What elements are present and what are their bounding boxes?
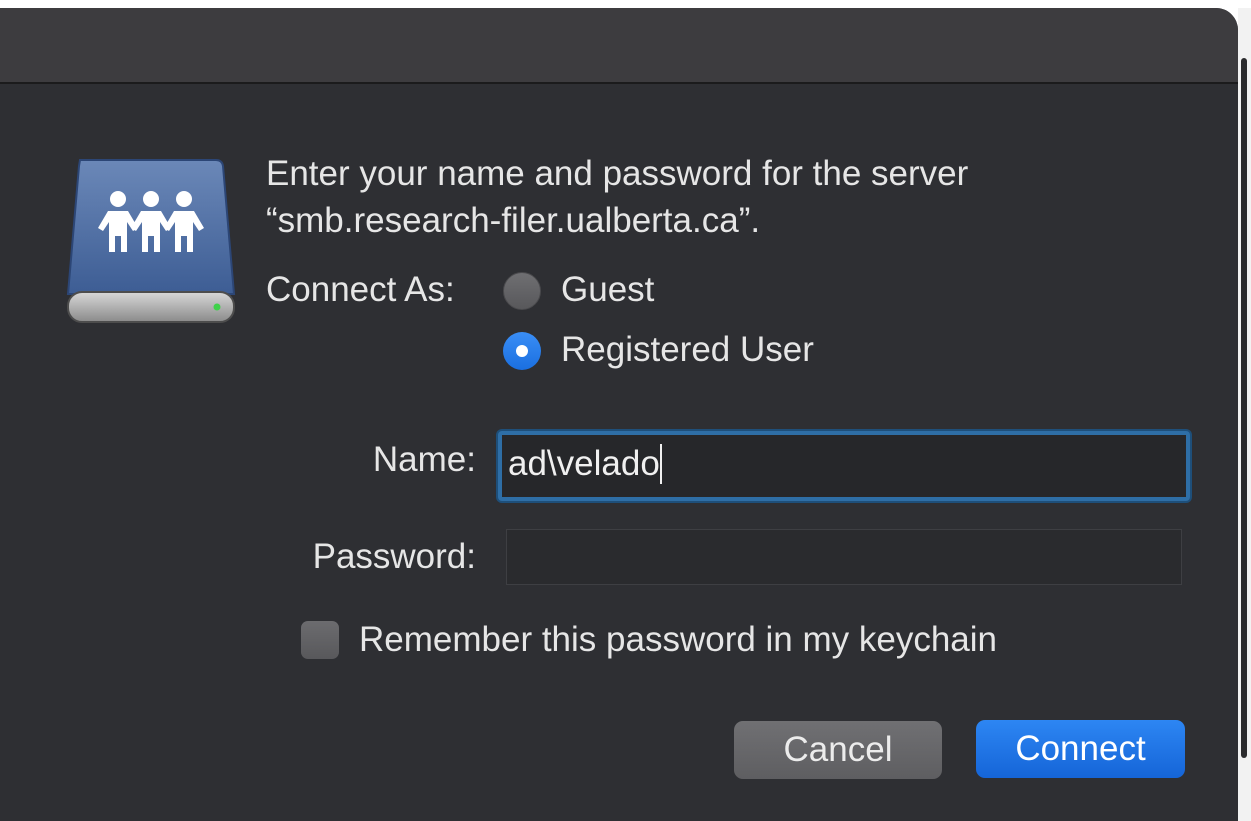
name-field-value: ad\velado <box>508 444 660 483</box>
name-field[interactable]: ad\velado <box>498 431 1190 501</box>
text-caret <box>659 444 662 484</box>
registered-user-radio-label[interactable]: Registered User <box>561 330 814 370</box>
connect-as-label: Connect As: <box>266 270 455 309</box>
connect-button[interactable]: Connect <box>976 720 1185 778</box>
password-field[interactable] <box>506 529 1182 585</box>
remember-keychain-label[interactable]: Remember this password in my keychain <box>359 620 997 660</box>
prompt-line-1: Enter your name and password for the ser… <box>266 154 969 193</box>
cancel-button[interactable]: Cancel <box>734 721 942 779</box>
remember-keychain-checkbox[interactable] <box>301 621 339 659</box>
guest-radio[interactable] <box>503 272 541 310</box>
prompt-line-2: “smb.research-filer.ualberta.ca”. <box>266 201 761 240</box>
dialog-prompt: Enter your name and password for the ser… <box>266 150 1166 244</box>
connect-dialog: Enter your name and password for the ser… <box>0 8 1238 821</box>
guest-radio-label[interactable]: Guest <box>561 270 654 310</box>
shared-server-icon <box>66 156 236 326</box>
registered-user-radio[interactable] <box>503 332 541 370</box>
name-label: Name: <box>372 440 476 479</box>
password-label: Password: <box>312 537 476 576</box>
background-window-edge <box>1238 8 1251 821</box>
dialog-titlebar <box>0 8 1238 84</box>
